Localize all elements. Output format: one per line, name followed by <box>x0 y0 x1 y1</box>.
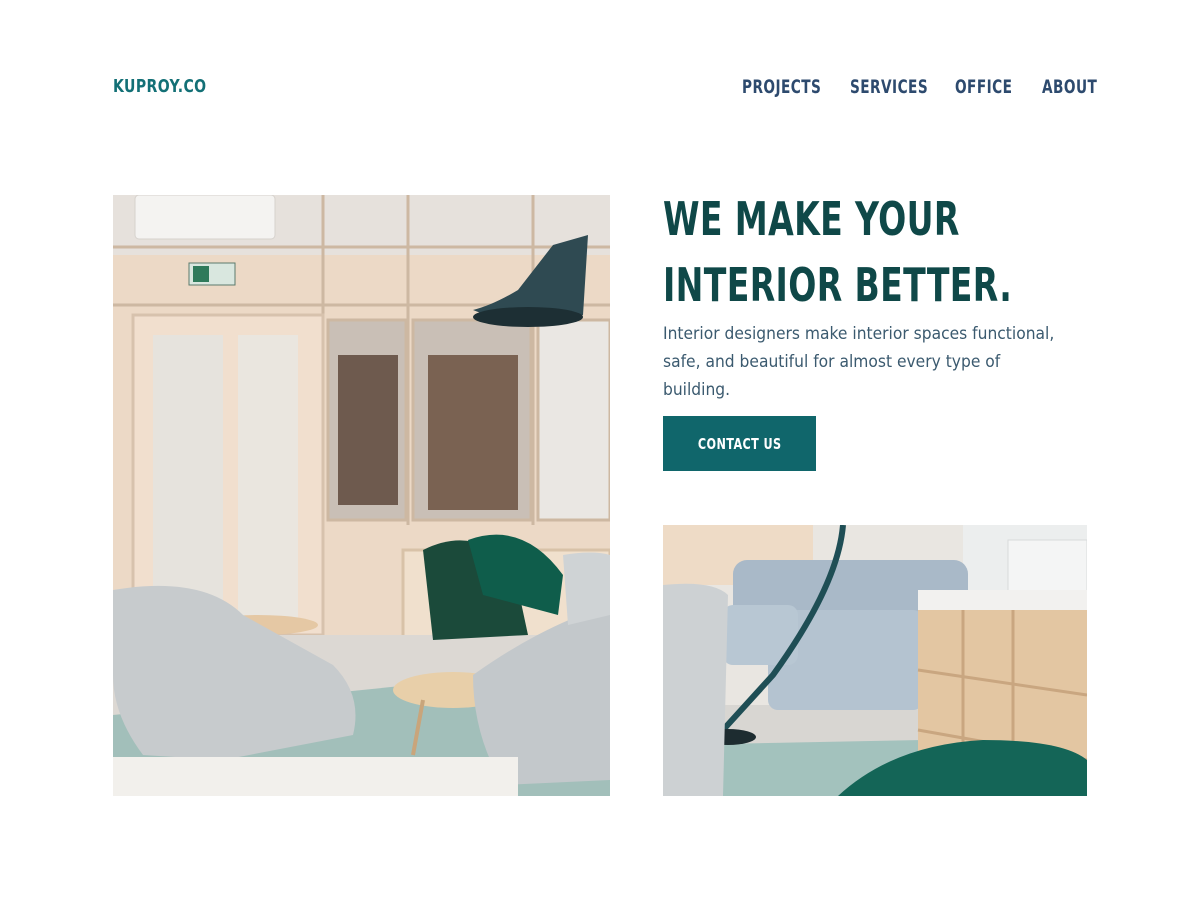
nav-item-services[interactable]: SERVICES <box>850 76 928 98</box>
nav-item-about[interactable]: ABOUT <box>1042 76 1097 98</box>
contact-us-button[interactable]: CONTACT US <box>663 416 816 471</box>
headline-line-1: WE MAKE YOUR <box>663 192 960 246</box>
headline-line-2: INTERIOR BETTER. <box>663 258 1013 312</box>
contact-us-label: CONTACT US <box>697 434 782 453</box>
office-lounge-illustration <box>113 195 610 796</box>
living-room-illustration <box>663 525 1087 796</box>
nav-item-office[interactable]: OFFICE <box>955 76 1012 98</box>
hero-headline: WE MAKE YOUR INTERIOR BETTER. <box>663 186 1013 318</box>
nav-item-projects[interactable]: PROJECTS <box>742 76 821 98</box>
living-room-photo <box>663 525 1087 796</box>
office-lounge-photo <box>113 195 610 796</box>
brand-logo[interactable]: KUPROY.CO <box>113 76 207 97</box>
hero-description: Interior designers make interior spaces … <box>663 324 1055 399</box>
